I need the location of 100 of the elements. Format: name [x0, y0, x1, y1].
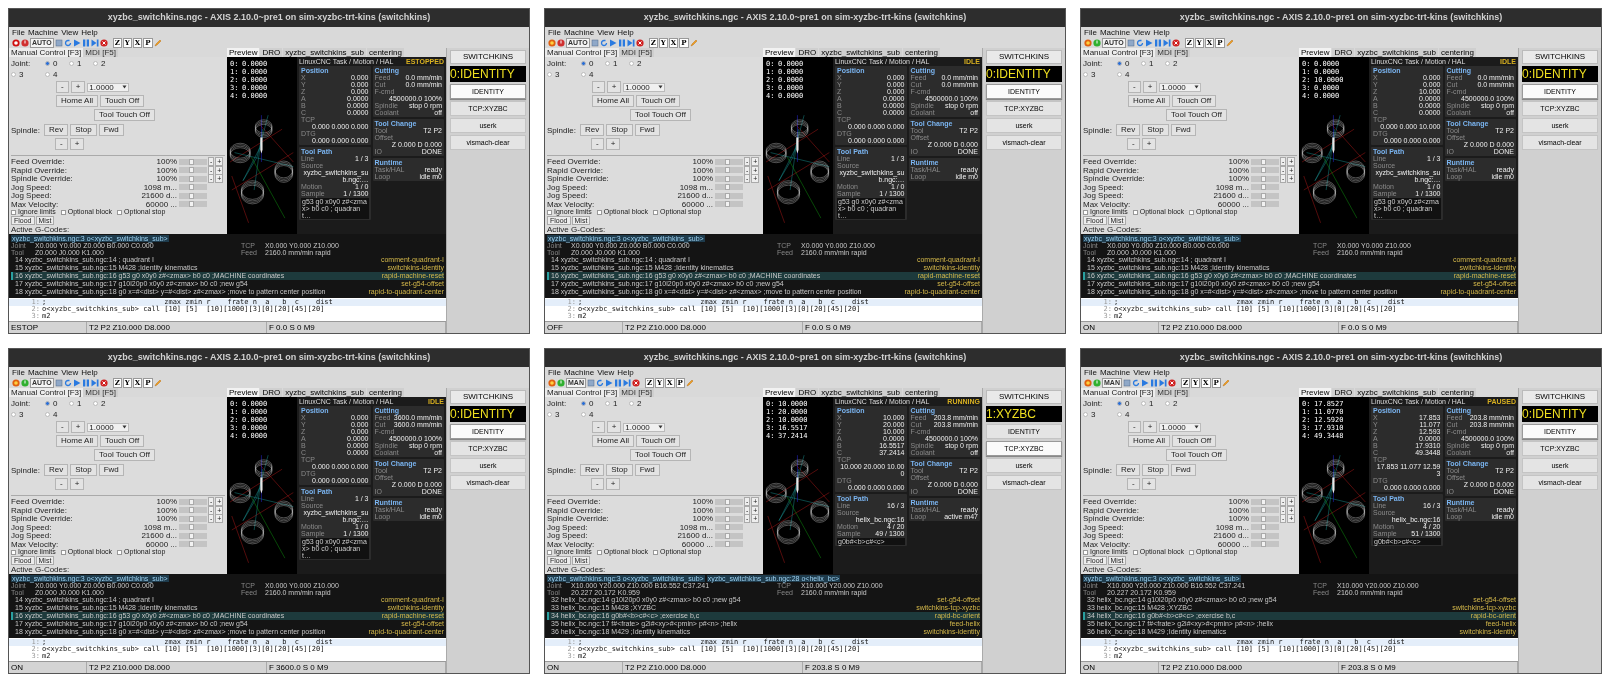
- menu-item[interactable]: Machine: [27, 367, 59, 377]
- pencil-icon[interactable]: [1225, 38, 1234, 47]
- pause-icon[interactable]: [613, 378, 622, 387]
- button[interactable]: Touch Off: [636, 95, 681, 107]
- pause-icon[interactable]: [617, 38, 626, 47]
- joint-radio[interactable]: 1: [605, 399, 629, 408]
- jog-button[interactable]: -: [592, 421, 605, 433]
- file-icon[interactable]: [586, 378, 595, 387]
- joint-radio[interactable]: 3: [547, 410, 581, 419]
- jog-button[interactable]: +: [606, 81, 622, 93]
- joint-radio[interactable]: 1: [1141, 399, 1165, 408]
- slider-thumb[interactable]: [1261, 167, 1267, 173]
- increment-dropdown[interactable]: 1.0000: [623, 422, 666, 432]
- slider-track[interactable]: [1251, 192, 1279, 199]
- joint-radio[interactable]: 3: [547, 70, 581, 79]
- tab[interactable]: Manual Control [F3]: [9, 48, 84, 57]
- slider-thumb[interactable]: [725, 532, 731, 539]
- slider-thumb[interactable]: [189, 515, 195, 522]
- tab[interactable]: Manual Control [F3]: [545, 48, 620, 57]
- joint-radio[interactable]: 1: [605, 59, 629, 68]
- tab[interactable]: MDI [F5]: [83, 48, 118, 57]
- spindle-speed-button[interactable]: -: [591, 138, 604, 150]
- button[interactable]: Home All: [592, 95, 634, 107]
- pencil-icon[interactable]: [153, 378, 162, 387]
- step-icon[interactable]: [1158, 378, 1167, 387]
- slider-track[interactable]: [1251, 541, 1279, 547]
- increment-dropdown[interactable]: 1.0000: [623, 82, 666, 92]
- pause-icon[interactable]: [1153, 38, 1162, 47]
- menu-item[interactable]: Machine: [1099, 27, 1131, 37]
- menu-item[interactable]: File: [548, 367, 561, 377]
- step-icon[interactable]: [1162, 38, 1171, 47]
- jog-button[interactable]: -: [56, 81, 69, 93]
- joint-radio[interactable]: 0: [581, 59, 605, 68]
- menu-item[interactable]: File: [12, 27, 25, 37]
- pencil-icon[interactable]: [685, 378, 694, 387]
- stop-icon[interactable]: [631, 378, 640, 387]
- slider-thumb[interactable]: [725, 201, 731, 207]
- file-icon[interactable]: [54, 378, 63, 387]
- tab[interactable]: xyzbc_switchkins_sub: [819, 48, 902, 57]
- power-icon[interactable]: [21, 38, 29, 47]
- pencil-icon[interactable]: [153, 38, 162, 47]
- slider-thumb[interactable]: [189, 201, 195, 207]
- spindle-button[interactable]: Fwd: [634, 464, 660, 476]
- spindle-button[interactable]: Stop: [1142, 124, 1169, 136]
- joint-radio[interactable]: 2: [93, 59, 117, 68]
- joint-radio[interactable]: 0: [1117, 59, 1141, 68]
- tab[interactable]: MDI [F5]: [1155, 48, 1190, 57]
- slider-track[interactable]: [715, 192, 743, 199]
- menu-item[interactable]: File: [12, 367, 25, 377]
- slider-thumb[interactable]: [1261, 532, 1267, 539]
- spindle-speed-button[interactable]: +: [69, 138, 85, 150]
- step-icon[interactable]: [622, 378, 631, 387]
- tab[interactable]: DRO: [1332, 48, 1355, 57]
- estop-icon[interactable]: [1084, 378, 1092, 387]
- tab[interactable]: centering: [902, 48, 940, 57]
- button[interactable]: Touch Off: [1172, 95, 1217, 107]
- increment-dropdown[interactable]: 1.0000: [1159, 422, 1202, 432]
- spindle-speed-button[interactable]: +: [1141, 478, 1157, 490]
- tab[interactable]: DRO: [260, 48, 283, 57]
- tool-touch-off-button[interactable]: Tool Touch Off: [94, 449, 155, 461]
- slider-thumb[interactable]: [189, 507, 195, 513]
- tab[interactable]: centering: [1438, 48, 1476, 57]
- joint-radio[interactable]: 4: [581, 410, 605, 419]
- tab[interactable]: xyzbc_switchkins_sub: [1355, 388, 1438, 397]
- button[interactable]: Touch Off: [100, 95, 145, 107]
- spindle-speed-button[interactable]: -: [55, 478, 68, 490]
- reload-icon[interactable]: [595, 378, 604, 387]
- slider-track[interactable]: [1251, 524, 1279, 530]
- joint-radio[interactable]: 4: [581, 70, 605, 79]
- joint-radio[interactable]: 0: [1117, 399, 1141, 408]
- tab[interactable]: Manual Control [F3]: [9, 388, 84, 397]
- stop-icon[interactable]: [635, 38, 644, 47]
- spindle-button[interactable]: Rev: [1115, 124, 1141, 136]
- spindle-button[interactable]: Fwd: [98, 464, 124, 476]
- joint-radio[interactable]: 1: [1141, 59, 1165, 68]
- spindle-button[interactable]: Stop: [70, 464, 97, 476]
- slider-thumb[interactable]: [725, 541, 731, 547]
- button[interactable]: Home All: [1128, 95, 1170, 107]
- joint-radio[interactable]: 2: [93, 399, 117, 408]
- joint-radio[interactable]: 4: [45, 410, 69, 419]
- slider-track[interactable]: [179, 532, 207, 539]
- spindle-speed-button[interactable]: -: [1127, 138, 1140, 150]
- reload-icon[interactable]: [63, 378, 72, 387]
- joint-radio[interactable]: 4: [1117, 70, 1141, 79]
- tab[interactable]: centering: [366, 388, 404, 397]
- menu-item[interactable]: Help: [1153, 27, 1170, 37]
- tab[interactable]: Manual Control [F3]: [1081, 388, 1156, 397]
- joint-radio[interactable]: 3: [11, 70, 45, 79]
- button[interactable]: Touch Off: [636, 435, 681, 447]
- menu-item[interactable]: File: [548, 27, 561, 37]
- tab[interactable]: Manual Control [F3]: [545, 388, 620, 397]
- reload-icon[interactable]: [599, 38, 608, 47]
- reload-icon[interactable]: [1131, 378, 1140, 387]
- estop-icon[interactable]: [1084, 38, 1092, 47]
- spindle-speed-button[interactable]: +: [605, 138, 621, 150]
- stop-icon[interactable]: [1167, 378, 1176, 387]
- step-icon[interactable]: [626, 38, 635, 47]
- estop-icon[interactable]: [12, 378, 20, 387]
- joint-radio[interactable]: 2: [629, 59, 653, 68]
- spindle-button[interactable]: Fwd: [1170, 124, 1196, 136]
